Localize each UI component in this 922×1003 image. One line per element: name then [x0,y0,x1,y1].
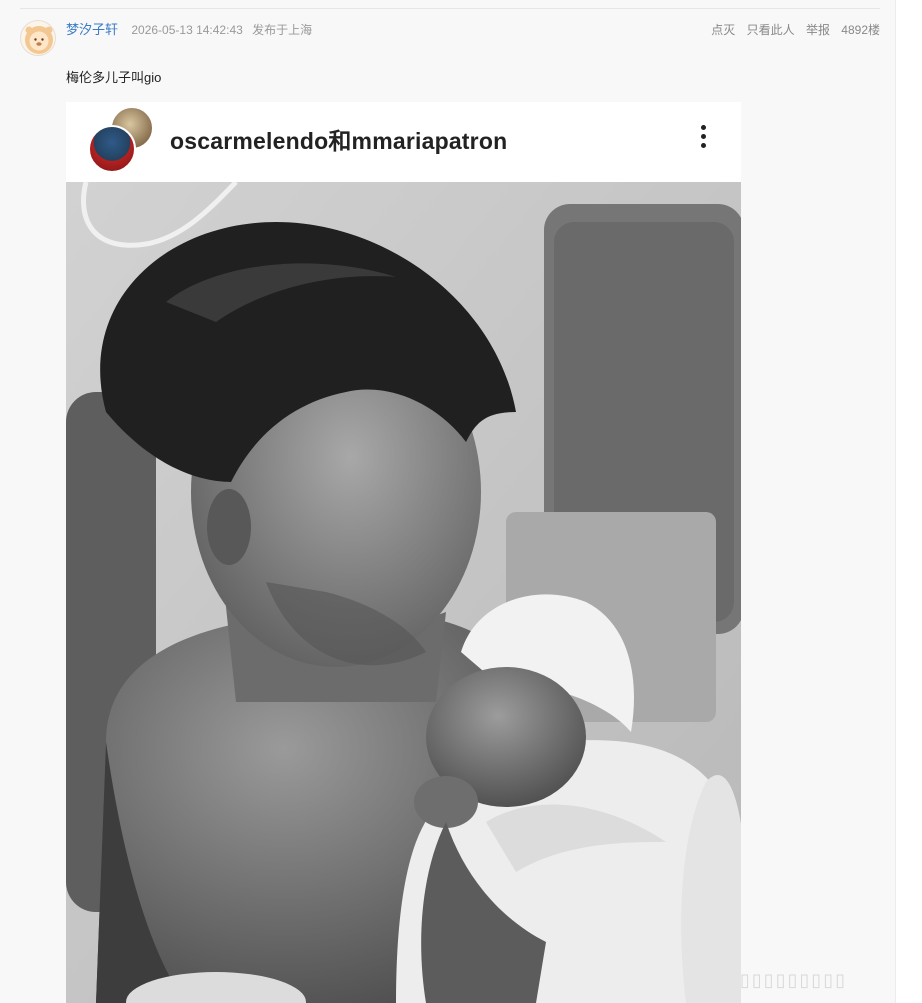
post-meta: 梦汐子轩 2026-05-13 14:42:43 发布于上海 [66,22,312,38]
more-vertical-icon [691,122,715,156]
post-timestamp: 2026-05-13 14:42:43 [131,23,243,37]
user-avatar[interactable] [20,20,56,56]
shared-image[interactable]: oscarmelendo和mmariapatron [66,102,741,1003]
right-scroll-strip [895,0,922,1003]
post-text: 梅伦多儿子叫gio [66,70,162,85]
floor-number: 4892楼 [841,23,880,37]
instagram-avatar-primary [88,125,136,173]
diss-button[interactable]: 点灭 [711,23,735,37]
report-button[interactable]: 举报 [806,23,830,37]
only-author-button[interactable]: 只看此人 [747,23,795,37]
father-newborn-photo [66,182,741,1003]
post-actions: 点灭 只看此人 举报 4892楼 [703,22,880,38]
instagram-header: oscarmelendo和mmariapatron [66,102,741,182]
instagram-account-names: oscarmelendo和mmariapatron [170,128,508,154]
top-divider [20,8,880,9]
avatar-lion-icon [25,26,53,54]
post-location: 发布于上海 [252,23,313,37]
username-link[interactable]: 梦汐子轩 [66,22,118,37]
faded-toolbar-icons: ▯▯▯▯▯▯▯▯▯ [740,970,848,990]
